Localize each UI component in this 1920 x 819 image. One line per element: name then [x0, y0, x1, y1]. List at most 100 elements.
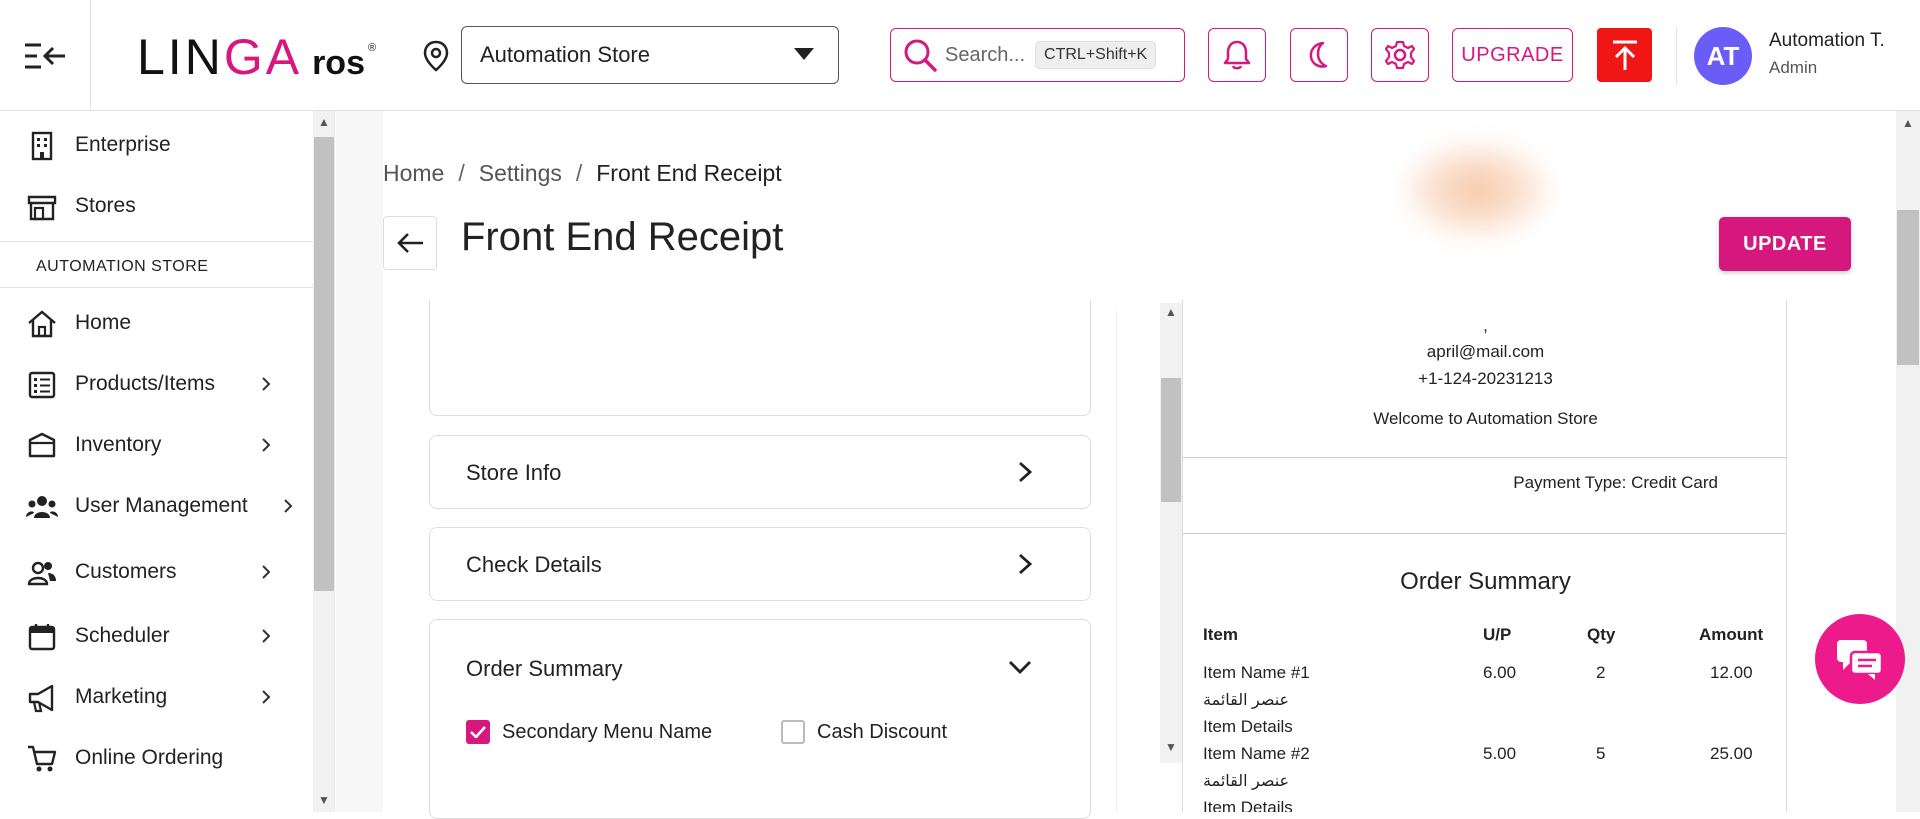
store-info-accordion[interactable]: Store Info [429, 435, 1091, 509]
receipt-item-name: Item Name #2 [1203, 744, 1310, 763]
receipt-item-secondary-name: عنصر القائمة [1203, 773, 1290, 790]
receipt-address-fragment: , [1483, 316, 1488, 335]
checkbox-unchecked[interactable] [781, 720, 805, 744]
chevron-right-icon [284, 499, 293, 513]
dark-mode-button[interactable] [1290, 28, 1348, 82]
sidebar-scrollbar-thumb[interactable] [314, 137, 334, 591]
chevron-right-icon [262, 377, 271, 391]
sidebar: Enterprise Stores AUTOMATION STORE Home … [0, 111, 335, 812]
receipt-payment-type: Payment Type: Credit Card [1513, 473, 1718, 493]
receipt-order-summary-title: Order Summary [1400, 568, 1571, 595]
scroll-up-arrow-icon[interactable]: ▲ [1902, 116, 1914, 130]
receipt-email: april@mail.com [1426, 342, 1545, 361]
accordion-title[interactable]: Order Summary [466, 656, 622, 682]
building-icon [31, 131, 53, 161]
sidebar-item-label: Products/Items [75, 372, 216, 395]
update-button[interactable]: UPDATE [1719, 217, 1851, 271]
upload-arrow-icon [1612, 40, 1637, 70]
user-avatar[interactable]: AT [1694, 27, 1752, 85]
cash-discount-checkbox[interactable]: Cash Discount [781, 720, 947, 744]
chevron-right-icon [1019, 553, 1032, 575]
chat-bubbles-icon [1837, 640, 1884, 680]
scroll-up-arrow-icon[interactable]: ▲ [318, 115, 330, 129]
search-icon [904, 39, 937, 72]
sidebar-item-scheduler[interactable]: Scheduler [0, 611, 313, 661]
menu-collapse-button[interactable] [0, 0, 91, 111]
chevron-down-icon[interactable] [1008, 660, 1032, 674]
sidebar-item-online-ordering[interactable]: Online Ordering [0, 733, 313, 783]
search-placeholder: Search... [945, 43, 1026, 66]
menu-collapse-icon [25, 43, 65, 68]
sidebar-item-label: Inventory [75, 433, 162, 456]
calendar-icon [28, 624, 56, 651]
chevron-right-icon [262, 690, 271, 704]
sidebar-item-user-management[interactable]: User Management [0, 481, 313, 531]
sidebar-item-marketing[interactable]: Marketing [0, 672, 313, 722]
receipt-item-amount: 12.00 [1710, 663, 1753, 682]
sidebar-section-title: AUTOMATION STORE [36, 258, 209, 275]
sidebar-item-label: Home [75, 311, 132, 334]
checkbox-checked[interactable] [466, 720, 490, 744]
text-area-field[interactable] [429, 300, 1091, 416]
settings-scrollbar[interactable] [1160, 303, 1182, 763]
payment-type-value: Credit Card [1631, 473, 1718, 492]
receipt-welcome: Welcome to Automation Store [1373, 409, 1598, 428]
settings-button[interactable] [1371, 28, 1429, 82]
logo-text-accent: GA [223, 29, 303, 85]
breadcrumb-home[interactable]: Home [383, 160, 444, 186]
checkbox-label: Cash Discount [817, 720, 948, 743]
logo-registered: ® [367, 42, 377, 54]
receipt-item-name: Item Name #1 [1203, 663, 1310, 682]
chevron-right-icon [1019, 461, 1032, 483]
sidebar-item-home[interactable]: Home [0, 298, 313, 348]
receipt-item-secondary-name: عنصر القائمة [1203, 692, 1290, 709]
receipt-col-qty: Qty [1587, 625, 1616, 644]
chevron-right-icon [262, 438, 271, 452]
search-box[interactable]: Search... CTRL+Shift+K [890, 28, 1185, 82]
scroll-down-arrow-icon[interactable]: ▼ [1165, 740, 1177, 754]
sidebar-item-inventory[interactable]: Inventory [0, 420, 313, 470]
sidebar-item-stores[interactable]: Stores [0, 181, 313, 231]
notifications-button[interactable] [1208, 28, 1266, 82]
store-icon [27, 195, 57, 221]
user-name[interactable]: Automation T. [1769, 30, 1885, 52]
secondary-menu-name-checkbox[interactable]: Secondary Menu Name [466, 720, 712, 744]
sidebar-item-enterprise[interactable]: Enterprise [0, 120, 313, 170]
sidebar-item-products[interactable]: Products/Items [0, 359, 313, 409]
receipt-item-details: Item Details [1203, 798, 1293, 812]
page-scrollbar-thumb[interactable] [1897, 210, 1919, 365]
sidebar-item-label: Stores [75, 194, 136, 217]
store-selector[interactable]: Automation Store [461, 26, 839, 84]
cart-icon [28, 745, 57, 772]
receipt-item-unit-price: 6.00 [1483, 663, 1517, 682]
location-pin-icon [423, 40, 449, 72]
page-title: Front End Receipt [461, 215, 784, 259]
receipt-item-qty: 5 [1596, 744, 1606, 763]
header-divider [1676, 26, 1677, 86]
breadcrumb-settings[interactable]: Settings [479, 160, 562, 186]
accordion-title: Store Info [466, 460, 562, 485]
receipt-col-amount: Amount [1699, 625, 1764, 644]
linga-logo[interactable]: LIN GA ros ® [137, 28, 377, 85]
upgrade-button[interactable]: UPGRADE [1452, 28, 1573, 82]
upload-button[interactable] [1597, 28, 1652, 82]
sidebar-item-label: Scheduler [75, 624, 170, 647]
user-role: Admin [1769, 58, 1818, 77]
store-logo-blurred [1402, 140, 1552, 240]
receipt-col-item: Item [1203, 625, 1238, 644]
breadcrumb-current: Front End Receipt [596, 160, 782, 186]
settings-scrollbar-thumb[interactable] [1161, 378, 1181, 502]
scroll-down-arrow-icon[interactable]: ▼ [318, 793, 330, 807]
payment-type-label: Payment Type: [1513, 473, 1627, 492]
home-icon [28, 310, 56, 338]
check-details-accordion[interactable]: Check Details [429, 527, 1091, 601]
scroll-up-arrow-icon[interactable]: ▲ [1165, 305, 1177, 319]
order-summary-accordion: Order Summary Secondary Menu Name Cash D… [429, 619, 1091, 819]
moon-icon [1309, 41, 1328, 68]
receipt-divider [1183, 533, 1786, 534]
megaphone-icon [28, 684, 54, 713]
sidebar-item-customers[interactable]: Customers [0, 547, 313, 597]
check-icon [470, 726, 486, 738]
back-button[interactable] [383, 216, 437, 270]
chat-button[interactable] [1815, 614, 1905, 704]
